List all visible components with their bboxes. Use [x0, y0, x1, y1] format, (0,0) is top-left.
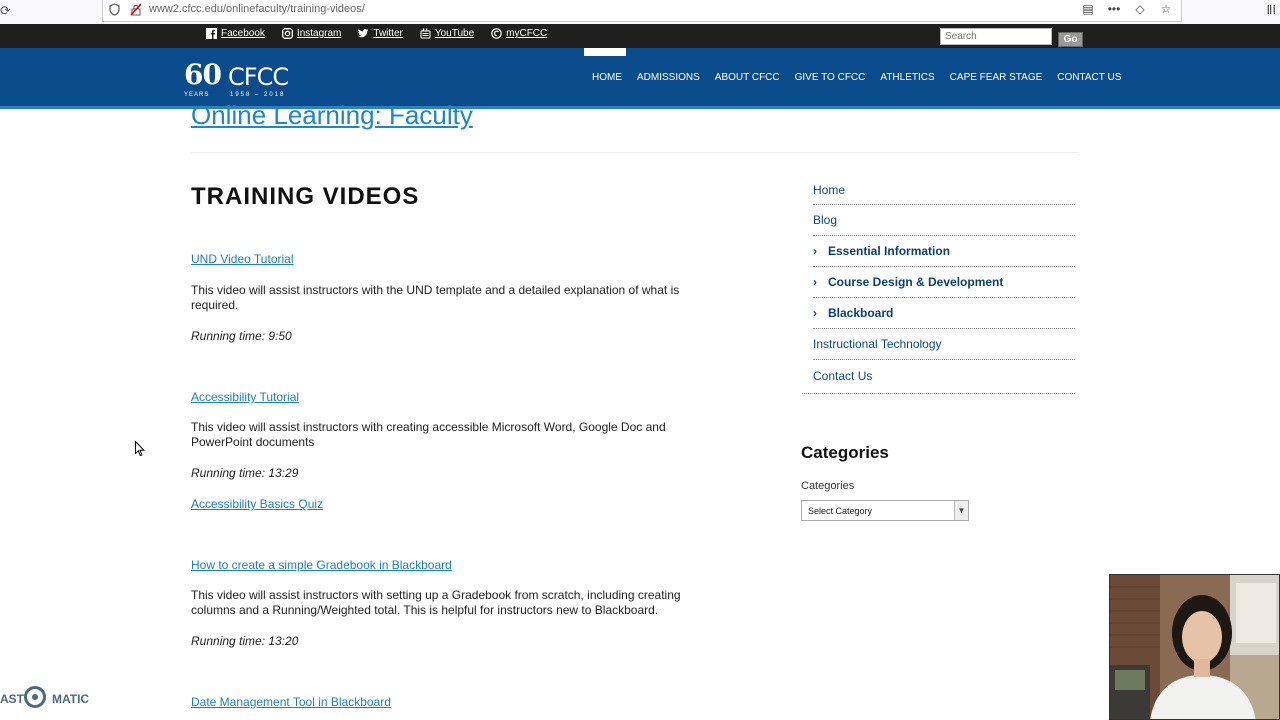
sidebar-item-blackboard[interactable]: › Blackboard — [813, 298, 1075, 329]
social-link-twitter[interactable]: Twitter — [358, 28, 403, 39]
categories-label: Categories — [801, 480, 855, 492]
video-description: This video will assist instructors with … — [191, 588, 681, 617]
video-description: This video will assist instructors with … — [191, 420, 666, 449]
social-link-youtube[interactable]: YouTube — [420, 28, 474, 39]
watermark-right-text: MATIC — [52, 692, 90, 706]
nav-contact-us[interactable]: CONTACT US — [1049, 72, 1128, 83]
main-nav: HOME ADMISSIONS ABOUT CFCC GIVE TO CFCC … — [592, 72, 1128, 83]
video-link-gradebook[interactable]: How to create a simple Gradebook in Blac… — [191, 558, 452, 572]
nav-admissions[interactable]: ADMISSIONS — [629, 72, 707, 83]
nav-home[interactable]: HOME — [592, 72, 629, 83]
logo-sixty: 60 — [184, 58, 222, 91]
video-description: This video will assist instructors with … — [191, 283, 680, 312]
chevron-right-icon: › — [813, 275, 817, 289]
section-heading: TRAINING VIDEOS — [191, 183, 420, 210]
video-running-time: Running time: 13:29 — [191, 466, 299, 480]
site-search-input[interactable] — [940, 28, 1052, 45]
logo-years: YEARS — [184, 92, 210, 98]
screencast-watermark: AST MATIC — [0, 686, 100, 714]
page-title[interactable]: Online Learning: Faculty — [191, 100, 473, 131]
nav-cape-fear-stage[interactable]: CAPE FEAR STAGE — [942, 72, 1050, 83]
insecure-lock-icon[interactable] — [130, 3, 142, 16]
sidebar-item-home[interactable]: Home — [813, 176, 1075, 205]
bookmark-star-icon[interactable]: ☆ — [1159, 2, 1173, 16]
divider — [802, 393, 1075, 394]
social-link-facebook[interactable]: Facebook — [206, 28, 265, 39]
sidebar-item-course-design[interactable]: › Course Design & Development — [813, 267, 1075, 298]
sidebar-item-instructional-technology[interactable]: Instructional Technology — [813, 329, 1075, 360]
video-running-time: Running time: 13:20 — [191, 634, 299, 648]
mycfcc-icon — [491, 28, 502, 39]
chevron-right-icon: › — [813, 244, 817, 258]
categories-heading: Categories — [801, 443, 889, 462]
chevron-down-icon[interactable]: ▼ — [954, 501, 968, 520]
library-icon[interactable]: ⅡⅠ — [1267, 3, 1276, 17]
video-link-und-tutorial[interactable]: UND Video Tutorial — [191, 252, 294, 266]
categories-selected-value: Select Category — [808, 506, 873, 516]
tracking-shield-icon[interactable] — [109, 3, 120, 16]
nav-give-to-cfcc[interactable]: GIVE TO CFCC — [787, 72, 873, 83]
cfcc-logo[interactable]: 60 CFCC YEARS 1958 – 2018 — [184, 58, 304, 98]
instagram-icon — [281, 28, 293, 39]
webcam-image — [1110, 575, 1279, 719]
social-bar: Facebook Instagram Twitter YouTube myCFC… — [0, 24, 1280, 48]
sidebar-item-contact-us[interactable]: Contact Us — [813, 360, 1075, 391]
sidebar-menu: Home Blog › Essential Information › Course… — [802, 176, 1075, 394]
accessibility-quiz-link[interactable]: Accessibility Basics Quiz — [191, 497, 323, 511]
categories-select[interactable]: Select Category ▼ — [801, 500, 969, 521]
nav-athletics[interactable]: ATHLETICS — [872, 72, 941, 83]
sidebar-item-essential-information[interactable]: › Essential Information — [813, 236, 1075, 267]
twitter-icon — [358, 29, 369, 38]
facebook-icon — [206, 28, 217, 39]
divider — [191, 152, 1079, 153]
chevron-right-icon: › — [813, 306, 817, 320]
search-go-button[interactable]: Go — [1058, 32, 1083, 47]
mouse-cursor-icon — [135, 441, 145, 457]
pocket-icon[interactable]: ◇ — [1133, 2, 1147, 16]
sidebar-item-blog[interactable]: Blog — [813, 205, 1075, 236]
address-bar[interactable]: www2.cfcc.edu/onlinefaculty/training-vid… — [102, 0, 1182, 22]
url-text[interactable]: www2.cfcc.edu/onlinefaculty/training-vid… — [149, 3, 365, 15]
webcam-overlay — [1109, 574, 1280, 720]
youtube-icon — [420, 28, 431, 39]
browser-toolbar: ⟳ www2.cfcc.edu/onlinefaculty/training-v… — [0, 0, 1280, 25]
logo-cfcc: CFCC — [228, 63, 289, 91]
social-link-mycfcc[interactable]: myCFCC — [491, 28, 547, 39]
logo-range: 1958 – 2018 — [230, 92, 286, 98]
video-link-date-management[interactable]: Date Management Tool in Blackboard — [191, 695, 391, 709]
more-actions-icon[interactable]: ••• — [1107, 2, 1121, 16]
social-link-instagram[interactable]: Instagram — [281, 28, 341, 39]
watermark-logo-icon — [24, 686, 46, 708]
reader-view-icon[interactable]: ▤ — [1081, 2, 1095, 16]
video-running-time: Running time: 9:50 — [191, 329, 292, 343]
watermark-left-text: AST — [0, 692, 24, 706]
reload-icon[interactable]: ⟳ — [0, 3, 11, 19]
nav-active-indicator — [584, 48, 626, 56]
nav-about-cfcc[interactable]: ABOUT CFCC — [707, 72, 787, 83]
video-link-accessibility-tutorial[interactable]: Accessibility Tutorial — [191, 390, 299, 404]
